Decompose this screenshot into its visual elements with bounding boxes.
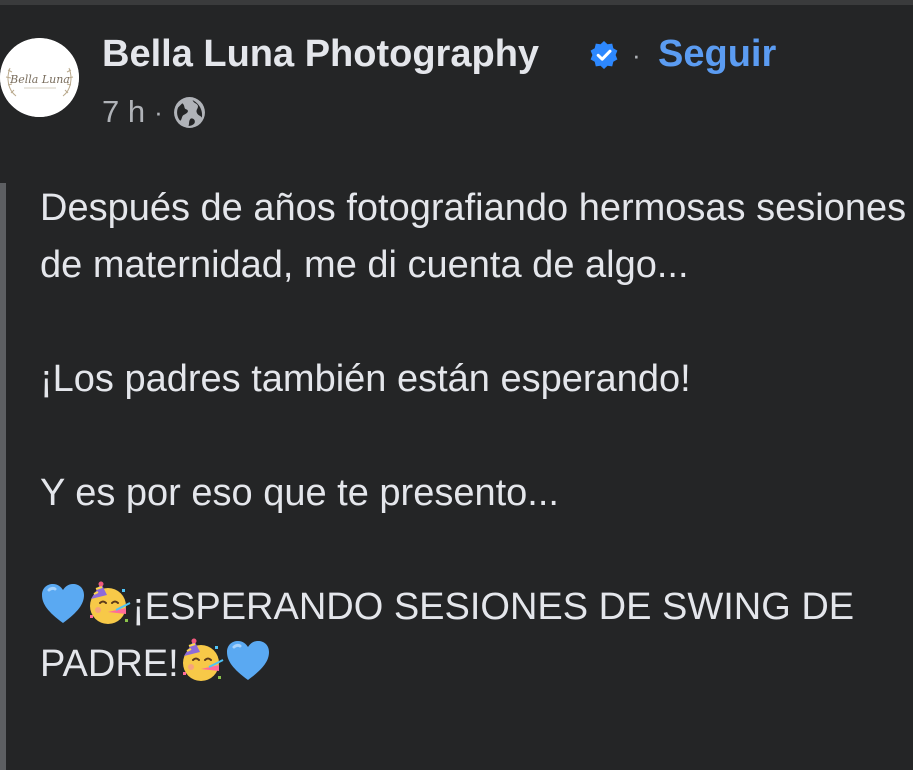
- post-paragraph: Y es por eso que te presento...: [40, 472, 559, 514]
- post-paragraph-announcement: ¡ESPERANDO SESIONES DE SWING DE PADRE!: [40, 579, 910, 693]
- post-body: Después de años fotografiando hermosas s…: [40, 180, 910, 693]
- avatar-wordmark: Bella Luna: [9, 73, 70, 86]
- blue-heart-icon: [226, 641, 269, 680]
- meta-separator: ·: [154, 97, 163, 127]
- left-edge-rule: [0, 183, 6, 770]
- avatar[interactable]: Bella Luna: [0, 38, 79, 117]
- announcement-text: ¡ESPERANDO SESIONES DE SWING DE PADRE!: [40, 586, 855, 685]
- name-follow-separator: ·: [632, 40, 641, 70]
- avatar-logo: Bella Luna: [0, 38, 79, 117]
- post-timestamp[interactable]: 7 h: [102, 92, 145, 132]
- partying-face-icon: [182, 638, 224, 681]
- verified-badge-icon: [590, 41, 618, 69]
- follow-button[interactable]: Seguir: [658, 31, 776, 77]
- post-meta: 7 h ·: [102, 92, 206, 132]
- blue-heart-icon: [42, 584, 84, 623]
- post-paragraph: ¡Los padres también están esperando!: [40, 358, 691, 400]
- globe-icon[interactable]: [173, 96, 206, 129]
- post-header: Bella Luna Bella Luna Photography · Segu…: [0, 0, 913, 150]
- partying-face-icon: [90, 581, 131, 624]
- post-paragraph: Después de años fotografiando hermosas s…: [40, 187, 907, 286]
- page-name-link[interactable]: Bella Luna Photography: [102, 31, 539, 77]
